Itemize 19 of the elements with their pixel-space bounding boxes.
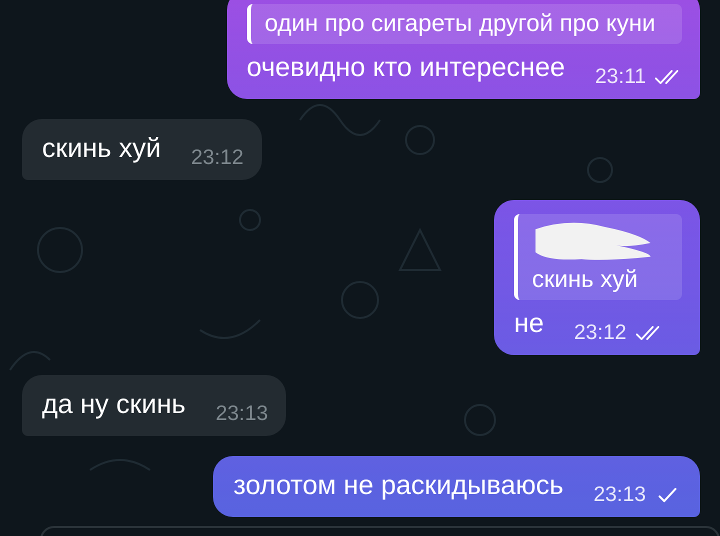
- message-text: скинь хуй: [42, 133, 161, 164]
- message-time: 23:13: [216, 402, 268, 426]
- reply-quote[interactable]: скинь хуй: [514, 214, 682, 300]
- quoted-text: скинь хуй: [532, 266, 639, 294]
- message-text: да ну скинь: [42, 389, 186, 420]
- reply-quote[interactable]: один про сигареты другой про куни: [246, 4, 682, 44]
- outgoing-message[interactable]: золотом не раскидываюсь 23:13: [213, 456, 700, 517]
- incoming-message[interactable]: скинь хуй 23:12: [22, 119, 262, 180]
- message-time: 23:12: [574, 321, 626, 345]
- outgoing-message[interactable]: один про сигареты другой про куни очевидно кто интереснее 23:11: [226, 0, 700, 99]
- message-time: 23:13: [593, 483, 646, 507]
- message-text: очевидно кто интереснее: [246, 52, 565, 83]
- outgoing-message[interactable]: скинь хуй не 23:12: [494, 200, 700, 355]
- message-text: золотом не раскидываюсь: [233, 470, 564, 501]
- message-time: 23:12: [190, 146, 244, 170]
- message-text: не: [514, 308, 544, 339]
- incoming-message[interactable]: да ну скинь 23:13: [22, 375, 286, 436]
- message-time: 23:11: [595, 65, 646, 89]
- quoted-text: один про сигареты другой про куни: [264, 10, 656, 38]
